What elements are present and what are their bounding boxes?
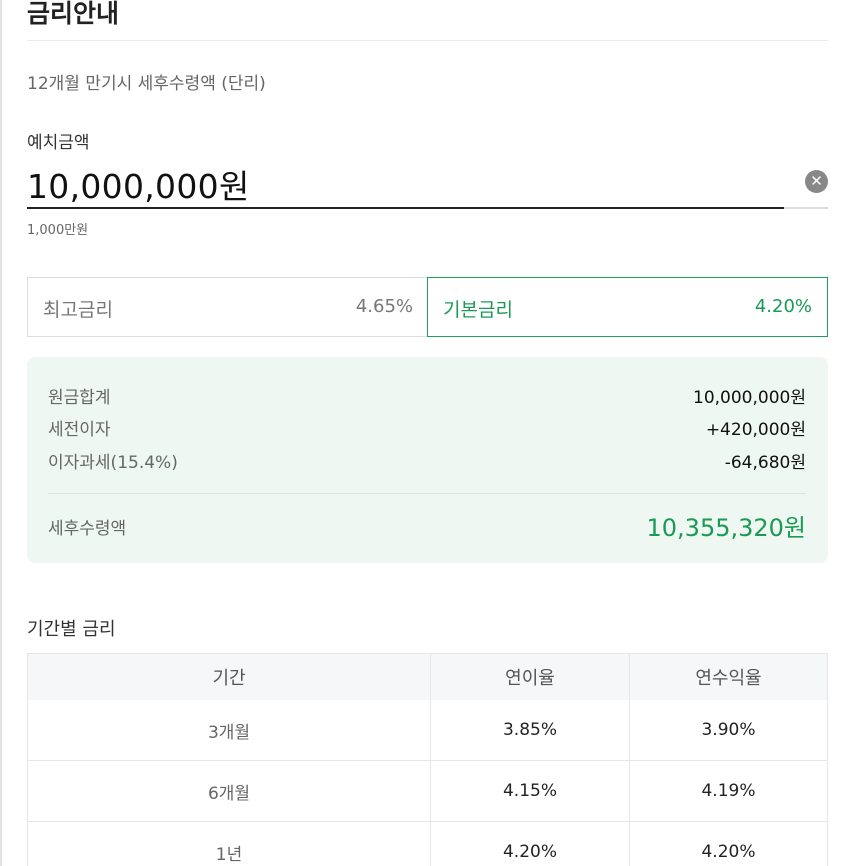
period-rate-table: 기간 연이율 연수익율 3개월 3.85% 3.90% 6개월 4.15% 4.… [27,653,828,866]
column-header-annual-yield: 연수익율 [695,668,762,689]
deposit-amount-label: 예치금액 [27,133,90,153]
close-icon[interactable]: ✕ [805,170,828,193]
tab-max-rate-value: 4.65% [355,296,413,317]
summary-label: 이자과세(15.4%) [48,453,178,473]
tab-base-rate-value: 4.20% [754,296,812,317]
table-cell-annual-yield: 3.90% [701,720,756,740]
table-cell-period: 3개월 [28,700,431,760]
deposit-input-underline-active [27,207,784,209]
total-value: 10,355,320원 [646,514,807,542]
period-rate-title: 기간별 금리 [27,619,116,640]
summary-value: 10,000,000원 [693,388,806,408]
deposit-amount-input[interactable]: 10,000,000원 [27,160,250,208]
table-cell-period: 1년 [28,822,431,866]
table-cell-annual-yield: 4.19% [701,781,756,801]
title-divider [27,40,828,41]
total-label: 세후수령액 [48,519,127,539]
summary-label: 세전이자 [48,420,111,440]
tab-base-rate-label: 기본금리 [443,299,513,321]
tab-max-rate[interactable]: 최고금리 4.65% [27,277,428,337]
table-cell-annual-rate: 4.20% [431,822,630,866]
deposit-amount-hint: 1,000만원 [27,223,89,238]
column-header-period: 기간 [28,654,431,700]
table-row: 6개월 4.15% 4.19% [28,761,827,822]
payout-summary-box: 원금합계 10,000,000원 세전이자 +420,000원 이자과세(15.… [27,357,828,563]
summary-divider [48,493,806,494]
table-cell-annual-yield: 4.20% [701,842,756,862]
summary-value: +420,000원 [705,420,806,440]
table-cell-annual-rate: 3.85% [431,700,630,760]
rate-tabs: 최고금리 4.65% 기본금리 4.20% [27,277,828,337]
tab-base-rate[interactable]: 기본금리 4.20% [427,277,828,337]
page-left-border [0,0,2,866]
summary-value: -64,680원 [724,453,806,473]
maturity-subtitle: 12개월 만기시 세후수령액 (단리) [27,74,266,94]
page-title: 금리안내 [27,0,120,28]
table-header-row: 기간 연이율 연수익율 [28,654,827,700]
table-cell-period: 6개월 [28,761,431,821]
table-row: 3개월 3.85% 3.90% [28,700,827,761]
column-header-annual-rate: 연이율 [431,654,630,700]
table-cell-annual-rate: 4.15% [431,761,630,821]
table-row: 1년 4.20% 4.20% [28,822,827,866]
rate-info-panel: 금리안내 12개월 만기시 세후수령액 (단리) 예치금액 10,000,000… [27,0,828,866]
tab-max-rate-label: 최고금리 [43,299,113,321]
summary-label: 원금합계 [48,388,111,408]
